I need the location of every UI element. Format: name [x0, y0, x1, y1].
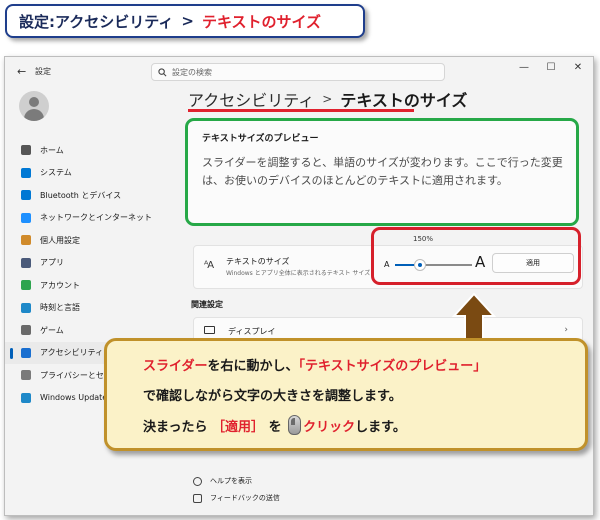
- feedback-icon: [193, 493, 202, 503]
- banner-separator: >: [181, 12, 194, 30]
- title-banner: 設定:アクセシビリティ > テキストのサイズ: [5, 4, 365, 38]
- breadcrumb-parent[interactable]: アクセシビリティ: [188, 87, 314, 111]
- callout-slider-word: スライダー: [143, 359, 208, 374]
- breadcrumb: アクセシビリティ > テキストのサイズ: [188, 87, 467, 111]
- time-language-icon: [21, 302, 31, 313]
- game-icon: [21, 325, 31, 336]
- bluetooth-icon: [21, 190, 31, 201]
- callout-text: 決まったら: [143, 420, 208, 435]
- sidebar-item[interactable]: アプリ: [5, 252, 183, 275]
- title-bar: ← 設定 設定の検索 — ☐ ✕: [5, 57, 593, 87]
- minimize-button[interactable]: —: [517, 62, 531, 73]
- brush-icon: [21, 235, 31, 246]
- feedback-link-label: フィードバックの送信: [210, 494, 280, 502]
- callout-line-2: で確認しながら文字の大きさを調整します。: [143, 389, 402, 404]
- sidebar-item-label: ゲーム: [40, 325, 64, 335]
- maximize-button[interactable]: ☐: [544, 62, 558, 73]
- breadcrumb-separator: >: [322, 92, 333, 106]
- sidebar-item-label: アプリ: [40, 258, 64, 268]
- accessibility-icon: [21, 347, 31, 358]
- breadcrumb-highlight-underline: [188, 109, 414, 112]
- search-icon: [158, 67, 167, 76]
- callout-text: します。: [355, 420, 406, 435]
- callout-text: を右に動かし、: [207, 359, 299, 374]
- preview-text: スライダーを調整すると、単語のサイズが変わります。ここで行った変更は、お使いのデ…: [202, 156, 563, 187]
- home-icon: [21, 145, 31, 156]
- text-size-preview-card: テキストサイズのプレビュー スライダーを調整すると、単語のサイズが変わります。こ…: [185, 118, 579, 226]
- related-settings-heading: 関連設定: [191, 300, 223, 309]
- sidebar-item[interactable]: Bluetooth とデバイス: [5, 184, 183, 207]
- instruction-callout: スライダーを右に動かし、「テキストサイズのプレビュー」 で確認しながら文字の大き…: [104, 338, 588, 451]
- chevron-right-icon: ›: [564, 325, 568, 335]
- update-icon: [21, 392, 31, 403]
- sidebar-item[interactable]: ネットワークとインターネット: [5, 207, 183, 230]
- display-label: ディスプレイ: [228, 327, 276, 336]
- feedback-link[interactable]: フィードバックの送信: [193, 493, 280, 503]
- callout-text: を: [268, 420, 282, 435]
- sidebar-item[interactable]: 個人用設定: [5, 229, 183, 252]
- system-icon: [21, 167, 31, 178]
- network-icon: [21, 212, 31, 223]
- up-arrow-icon: [452, 292, 496, 343]
- sidebar-item[interactable]: ホーム: [5, 139, 183, 162]
- sidebar-item[interactable]: システム: [5, 162, 183, 185]
- back-arrow-icon[interactable]: ←: [17, 65, 26, 78]
- sidebar-item-label: ホーム: [40, 145, 64, 155]
- sidebar-item-label: 時刻と言語: [40, 303, 80, 313]
- callout-preview-word: 「テキストサイズのプレビュー」: [298, 359, 487, 374]
- callout-line-1: スライダーを右に動かし、「テキストサイズのプレビュー」: [143, 355, 486, 374]
- app-title: 設定: [35, 67, 51, 76]
- banner-path: 設定:アクセシビリティ: [19, 12, 174, 31]
- help-link[interactable]: ヘルプを表示: [193, 476, 252, 486]
- sidebar-item-label: Bluetooth とデバイス: [40, 190, 122, 200]
- text-size-label: テキストのサイズ: [226, 257, 290, 266]
- close-button[interactable]: ✕: [571, 62, 585, 73]
- active-indicator: [10, 347, 13, 359]
- preview-title: テキストサイズのプレビュー: [202, 134, 319, 144]
- sidebar-item-label: Windows Update: [40, 393, 108, 403]
- account-icon: [21, 280, 31, 291]
- sidebar-item-label: アカウント: [40, 280, 80, 290]
- help-icon: [193, 476, 202, 486]
- search-placeholder: 設定の検索: [172, 67, 212, 77]
- sidebar-item-label: アクセシビリティ: [40, 348, 104, 358]
- apps-icon: [21, 257, 31, 268]
- callout-apply-word: ［適用］: [212, 420, 265, 435]
- help-link-label: ヘルプを表示: [210, 477, 252, 485]
- text-size-description: Windows とアプリ全体に表示されるテキスト サイズ: [226, 270, 371, 277]
- shield-icon: [21, 370, 31, 381]
- sidebar-item-label: システム: [40, 168, 72, 178]
- breadcrumb-current: テキストのサイズ: [340, 91, 468, 110]
- sidebar-item[interactable]: アカウント: [5, 274, 183, 297]
- slider-highlight-box: [371, 227, 581, 285]
- sidebar-item-label: 個人用設定: [40, 235, 80, 245]
- search-box[interactable]: 設定の検索: [151, 63, 445, 81]
- avatar[interactable]: [19, 91, 49, 121]
- sidebar-item[interactable]: 時刻と言語: [5, 297, 183, 320]
- mouse-icon: [288, 415, 302, 435]
- monitor-icon: [204, 326, 215, 334]
- sidebar-item-label: ネットワークとインターネット: [40, 213, 152, 223]
- callout-line-3: 決まったら ［適用］ を クリックします。: [143, 415, 406, 435]
- text-size-icon: ᴬA: [204, 260, 214, 271]
- banner-page: テキストのサイズ: [201, 12, 322, 31]
- callout-click-word: クリック: [303, 420, 356, 435]
